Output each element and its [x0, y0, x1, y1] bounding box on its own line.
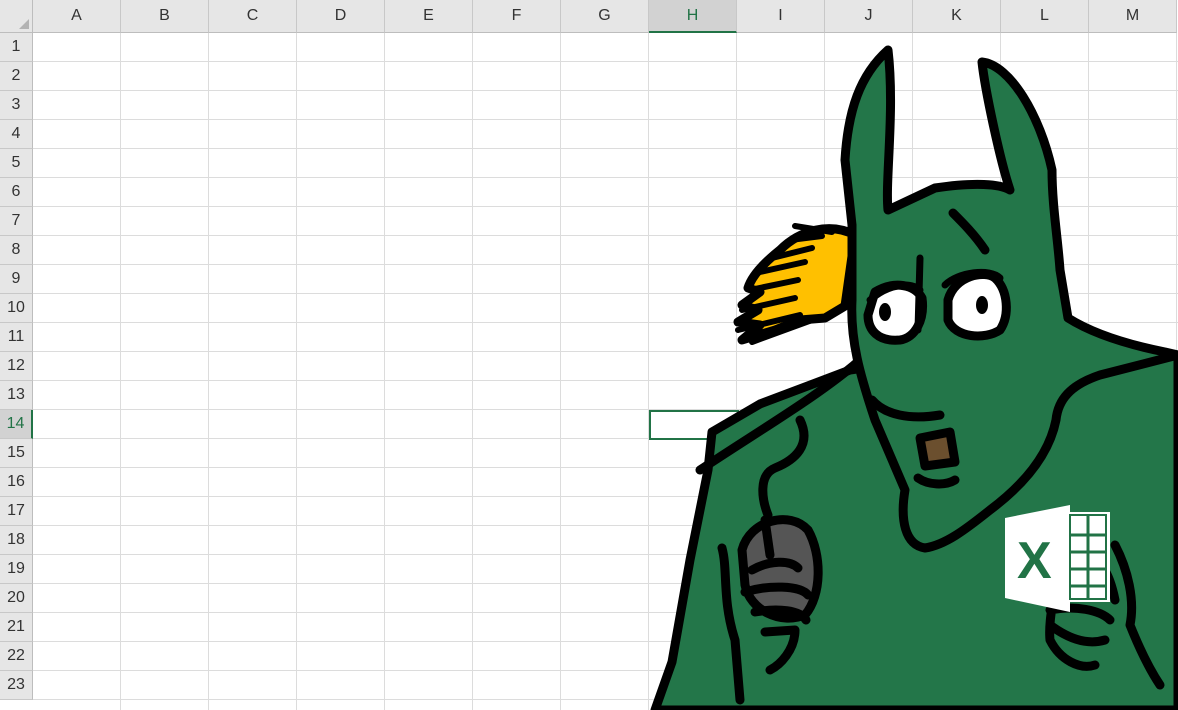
mouth: [915, 427, 960, 471]
excel-logo-letter: X: [1017, 532, 1052, 590]
excel-logo-icon: X: [1005, 505, 1110, 612]
spreadsheet: ABCDEFGHIJKLM 1 2 3 4 5 6 7 8 9 10 11 12 13 14 15 16 17 1…: [0, 0, 1178, 710]
excel-creature-illustration: X: [650, 45, 1178, 710]
